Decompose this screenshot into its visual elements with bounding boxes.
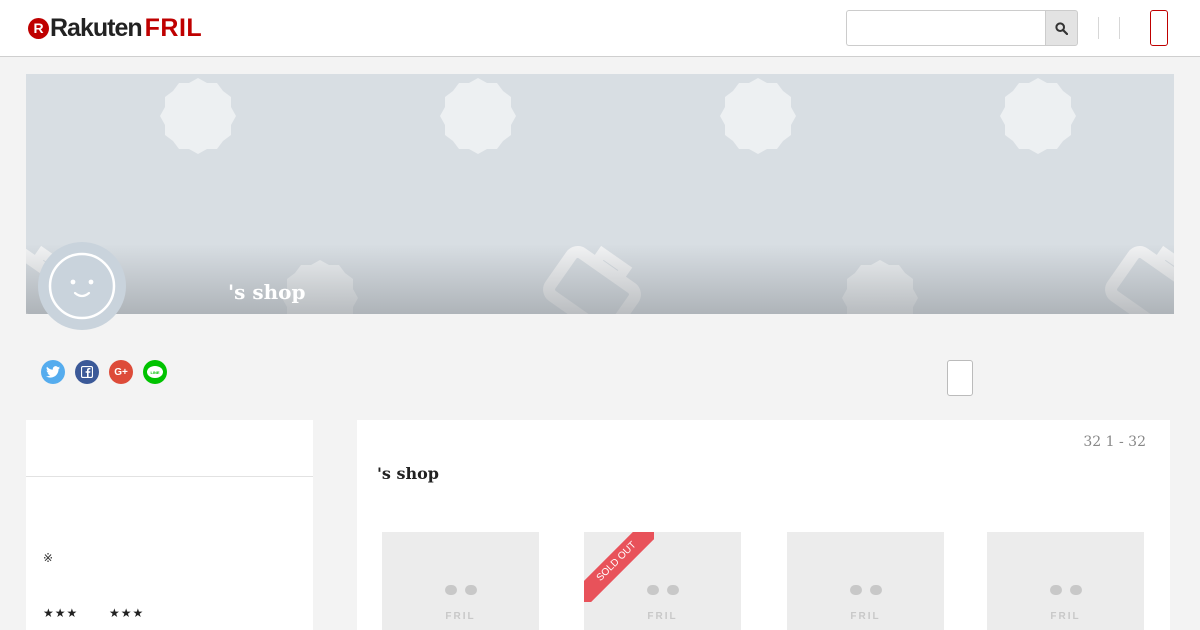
- twitter-icon: [46, 366, 60, 378]
- site-header: R Rakuten FRIL: [0, 0, 1200, 57]
- header-divider: [1119, 17, 1120, 39]
- twitter-share-button[interactable]: [41, 360, 65, 384]
- sold-out-ribbon: SOLD OUT: [584, 532, 654, 602]
- item-card-sold-out[interactable]: FRIL SOLD OUT: [584, 532, 741, 630]
- fril-placeholder-logo: FRIL: [787, 585, 944, 622]
- shop-cover-image: [26, 74, 1174, 314]
- item-card[interactable]: FRIL: [787, 532, 944, 630]
- header-action-button[interactable]: [1150, 10, 1168, 46]
- sidebar-note: ※: [43, 551, 54, 565]
- google-plus-share-button[interactable]: G+: [109, 360, 133, 384]
- smiley-face-icon: [48, 252, 116, 320]
- item-card[interactable]: FRIL: [987, 532, 1144, 630]
- fril-logo-icon: [444, 585, 477, 595]
- facebook-share-button[interactable]: [75, 360, 99, 384]
- line-icon: LINE: [147, 366, 163, 378]
- logo-fril-text: FRIL: [144, 13, 203, 42]
- logo-rakuten-text: Rakuten: [50, 13, 143, 42]
- item-card[interactable]: FRIL: [382, 532, 539, 630]
- fril-placeholder-logo: FRIL: [987, 585, 1144, 622]
- google-plus-icon: G+: [114, 366, 128, 378]
- sidebar-divider: [26, 476, 313, 477]
- fril-logo-text: FRIL: [647, 611, 678, 622]
- rating-stars: ★★★: [43, 606, 79, 620]
- fril-logo-icon: [849, 585, 882, 595]
- header-divider: [1098, 17, 1099, 39]
- shop-title-on-cover: 's shop: [228, 280, 306, 304]
- fril-logo-text: FRIL: [1050, 611, 1081, 622]
- shop-sidebar: [26, 420, 313, 630]
- search-icon: [1055, 21, 1068, 35]
- rakuten-fril-logo[interactable]: R Rakuten FRIL: [28, 13, 203, 42]
- rakuten-r-mark: R: [28, 17, 49, 39]
- fril-logo-text: FRIL: [445, 611, 476, 622]
- search-input[interactable]: [846, 10, 1046, 46]
- sold-out-label: SOLD OUT: [584, 532, 654, 602]
- rating-stars: ★★★: [109, 606, 145, 620]
- line-icon-text: LINE: [150, 369, 160, 375]
- line-share-button[interactable]: LINE: [143, 360, 167, 384]
- cover-gradient: [26, 244, 1174, 314]
- facebook-icon: [81, 366, 93, 378]
- item-count: 32 1 - 32: [1083, 434, 1146, 450]
- follow-button[interactable]: [947, 360, 973, 396]
- shop-title: 's shop: [377, 464, 439, 483]
- fril-logo-text: FRIL: [850, 611, 881, 622]
- fril-placeholder-logo: FRIL: [382, 585, 539, 622]
- shop-avatar[interactable]: [38, 242, 126, 330]
- fril-logo-icon: [1049, 585, 1082, 595]
- search-button[interactable]: [1045, 10, 1078, 46]
